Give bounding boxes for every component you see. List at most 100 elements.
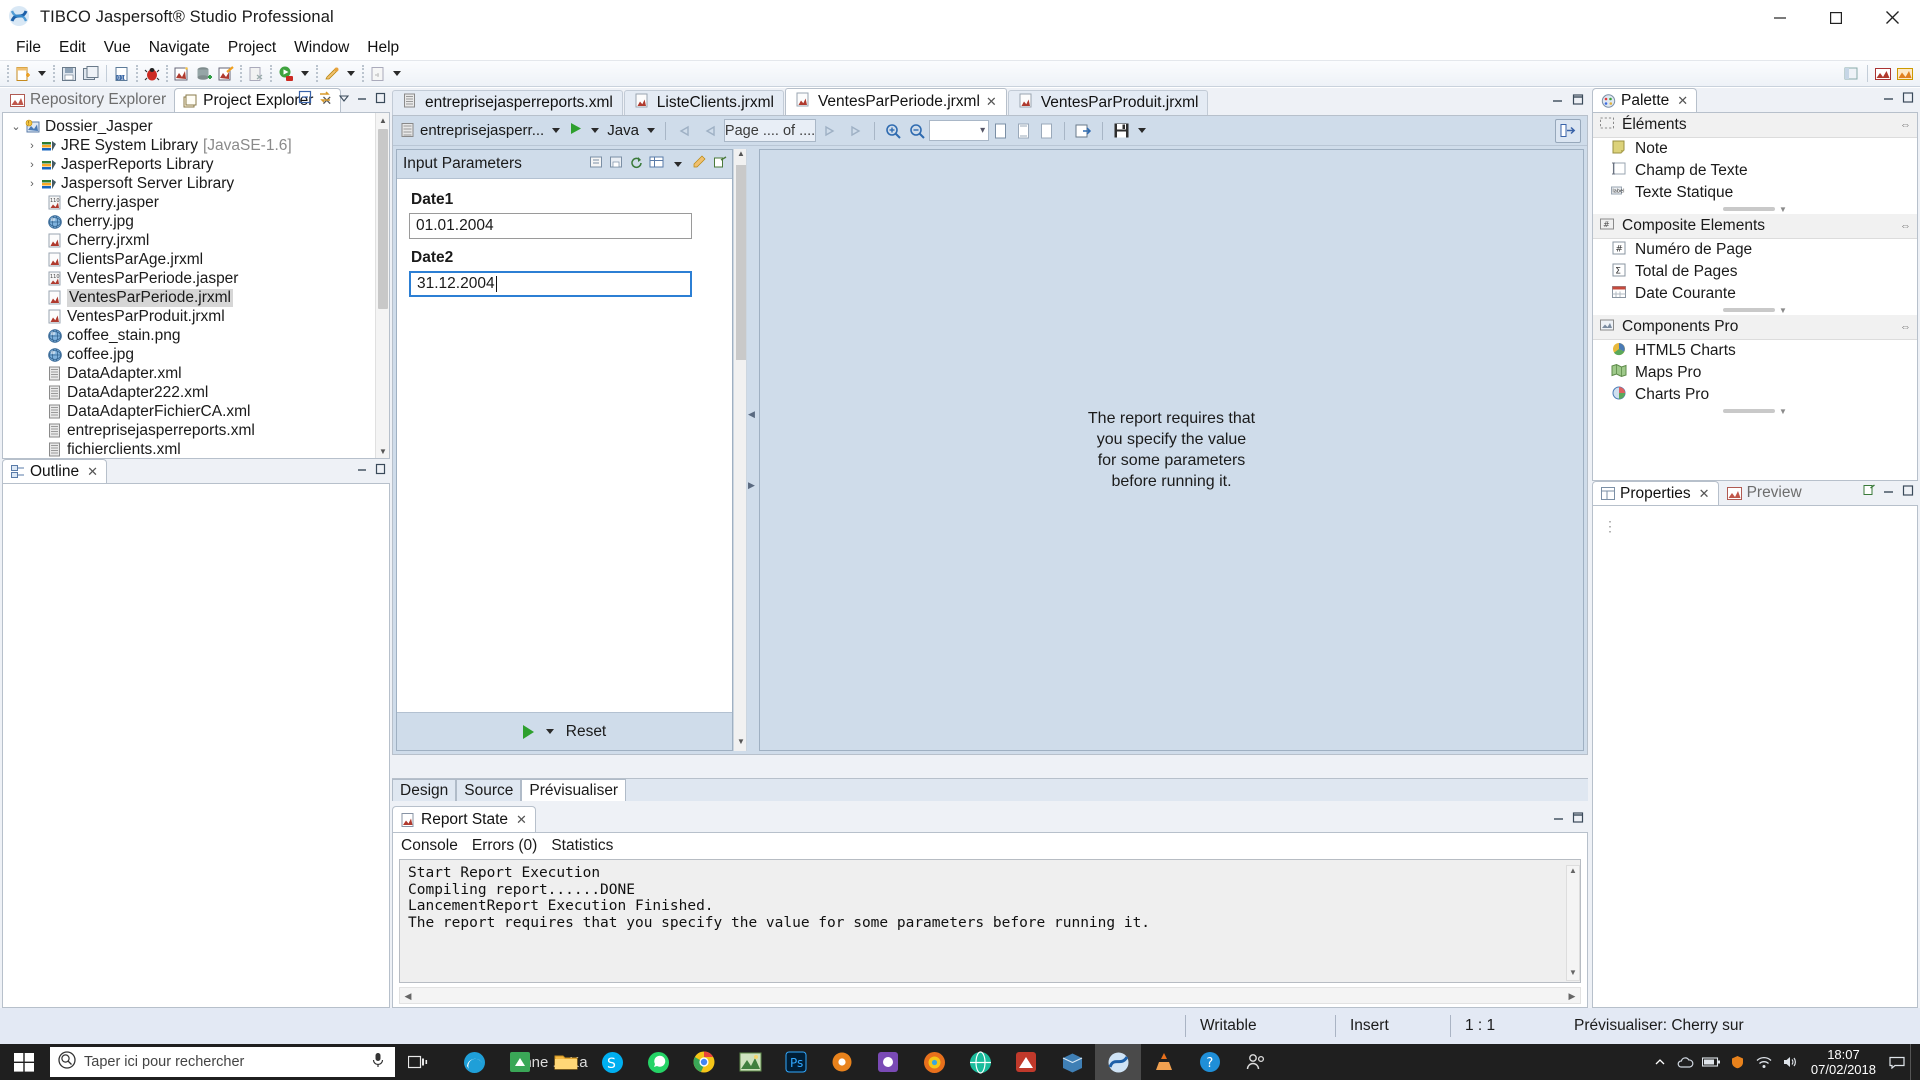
tree-item[interactable]: cherry.jpg: [3, 212, 389, 231]
microphone-icon[interactable]: [371, 1052, 385, 1072]
run-dropdown-icon[interactable]: [545, 729, 554, 734]
tree-item[interactable]: › JasperReports Library: [3, 155, 389, 174]
tree-item[interactable]: coffee_stain.png: [3, 326, 389, 345]
tree-item[interactable]: › JRE System Library [JavaSE-1.6]: [3, 136, 389, 155]
view-menu-icon[interactable]: [338, 91, 350, 109]
antivirus-icon[interactable]: [1725, 1044, 1751, 1080]
palette-scroll-indicator[interactable]: ▼: [1593, 204, 1917, 214]
chrome-icon[interactable]: [681, 1044, 727, 1080]
tree-item[interactable]: entreprisejasperreports.xml: [3, 421, 389, 440]
minimize-icon[interactable]: [1882, 484, 1895, 502]
scroll-right-icon[interactable]: ▶: [1564, 988, 1580, 1003]
parameter-input-date1[interactable]: 01.01.2004: [409, 213, 692, 239]
minimize-button[interactable]: [1752, 0, 1808, 35]
next-page-icon[interactable]: [816, 119, 842, 143]
close-icon[interactable]: ✕: [516, 812, 527, 828]
preview-icon[interactable]: [172, 63, 192, 85]
tree-item[interactable]: DataAdapter222.xml: [3, 383, 389, 402]
close-icon[interactable]: ✕: [986, 94, 997, 110]
tab-palette[interactable]: Palette ✕: [1592, 88, 1698, 112]
vlc-icon[interactable]: [1141, 1044, 1187, 1080]
datasource-selector[interactable]: entreprisejasperr...: [397, 119, 548, 143]
scroll-up-icon[interactable]: ▲: [376, 113, 389, 127]
save-icon[interactable]: [59, 63, 79, 85]
collapse-group-icon[interactable]: ⇔: [1900, 119, 1911, 131]
minimize-icon[interactable]: [1551, 93, 1564, 111]
tree-item[interactable]: Cherry.jrxml: [3, 231, 389, 250]
export-icon[interactable]: [246, 63, 266, 85]
repository-perspective-icon[interactable]: [1873, 63, 1893, 85]
file-explorer-icon[interactable]: [543, 1044, 589, 1080]
chevron-up-icon[interactable]: [1647, 1044, 1673, 1080]
last-page-icon[interactable]: [842, 119, 868, 143]
previous-page-icon[interactable]: [698, 119, 724, 143]
console-output[interactable]: Start Report Execution Compiling report..…: [399, 859, 1581, 983]
editor-view-tab-source[interactable]: Source: [456, 779, 522, 801]
windows-start-icon[interactable]: [0, 1044, 48, 1080]
palette-item[interactable]: Σ Total de Pages: [1593, 261, 1917, 283]
reset-button[interactable]: Reset: [566, 723, 607, 741]
maximize-button[interactable]: [1808, 0, 1864, 35]
tree-item[interactable]: 110 Cherry.jasper: [3, 193, 389, 212]
publish-icon[interactable]: [368, 63, 388, 85]
minimize-icon[interactable]: [356, 462, 368, 480]
onedrive-icon[interactable]: [1673, 1044, 1699, 1080]
tree-item[interactable]: fichierclients.xml: [3, 440, 389, 458]
menu-file[interactable]: File: [7, 37, 50, 59]
minimize-icon[interactable]: [356, 91, 368, 109]
whatsapp-icon[interactable]: [635, 1044, 681, 1080]
preview-splitter[interactable]: ◀ ▶: [747, 146, 756, 754]
firefox-icon[interactable]: [911, 1044, 957, 1080]
palette-item[interactable]: HTML5 Charts: [1593, 340, 1917, 362]
palette-group-header[interactable]: # Composite Elements ⇔: [1593, 214, 1917, 239]
palette-item[interactable]: Maps Pro: [1593, 362, 1917, 384]
run-icon[interactable]: [276, 63, 296, 85]
close-icon[interactable]: ✕: [1677, 93, 1688, 109]
compile-report-icon[interactable]: 010: [112, 63, 132, 85]
run-dropdown-icon[interactable]: [301, 71, 309, 76]
tree-item[interactable]: ⌄! Dossier_Jasper: [3, 117, 389, 136]
console-subtab[interactable]: Statistics: [551, 837, 613, 855]
collapse-all-icon[interactable]: [298, 90, 312, 109]
scroll-down-icon[interactable]: ▼: [734, 737, 748, 751]
scroll-down-icon[interactable]: ▼: [376, 444, 389, 458]
datasource-icon[interactable]: [194, 63, 214, 85]
params-menu-icon[interactable]: [674, 161, 682, 167]
maximize-icon[interactable]: [1571, 811, 1584, 829]
tree-item[interactable]: DataAdapter.xml: [3, 364, 389, 383]
language-selector[interactable]: Java: [603, 119, 643, 143]
menu-window[interactable]: Window: [285, 37, 358, 59]
new-file-icon[interactable]: [13, 63, 33, 85]
editor-tab[interactable]: entreprisejasperreports.xml: [392, 90, 623, 115]
clear-params-icon[interactable]: [692, 155, 707, 174]
chevron-right-icon[interactable]: ›: [25, 140, 39, 152]
tree-item[interactable]: 110 VentesParPeriode.jasper: [3, 269, 389, 288]
language-dropdown-icon[interactable]: [646, 128, 655, 133]
minimize-icon[interactable]: [1552, 811, 1565, 829]
run-dropdown-icon[interactable]: [591, 128, 600, 133]
collapse-left-icon[interactable]: ◀: [748, 409, 755, 420]
wizard-icon[interactable]: [216, 63, 236, 85]
tree-item[interactable]: VentesParPeriode.jrxml: [3, 288, 389, 307]
scroll-thumb[interactable]: [736, 165, 746, 360]
save-dropdown-icon[interactable]: [1138, 128, 1147, 133]
scroll-thumb[interactable]: [378, 129, 388, 309]
palette-content[interactable]: Éléments ⇔ Note Champ de Texte label Texte St…: [1592, 112, 1918, 481]
scroll-left-icon[interactable]: ◀: [400, 988, 416, 1003]
taskbar-search-input[interactable]: Taper ici pour rechercher: [50, 1047, 395, 1077]
collapse-group-icon[interactable]: ⇔: [1900, 220, 1911, 232]
close-icon[interactable]: ✕: [87, 464, 98, 480]
chevron-right-icon[interactable]: ›: [25, 178, 39, 190]
editor-view-tab-prvisualiser[interactable]: Prévisualiser: [521, 779, 627, 801]
tab-repository-explorer[interactable]: Repository Explorer: [2, 88, 174, 112]
taskbar-clock[interactable]: 18:07 07/02/2018: [1803, 1047, 1884, 1077]
tree-item[interactable]: › Jaspersoft Server Library: [3, 174, 389, 193]
save-params-icon[interactable]: [609, 155, 623, 174]
palette-scroll-indicator[interactable]: ▼: [1593, 406, 1917, 416]
maximize-icon[interactable]: [374, 91, 386, 109]
studio-perspective-icon[interactable]: [1895, 63, 1915, 85]
app-purple-icon[interactable]: [865, 1044, 911, 1080]
palette-item[interactable]: Charts Pro: [1593, 384, 1917, 406]
grid-params-icon[interactable]: [649, 155, 664, 174]
maximize-icon[interactable]: [374, 462, 386, 480]
